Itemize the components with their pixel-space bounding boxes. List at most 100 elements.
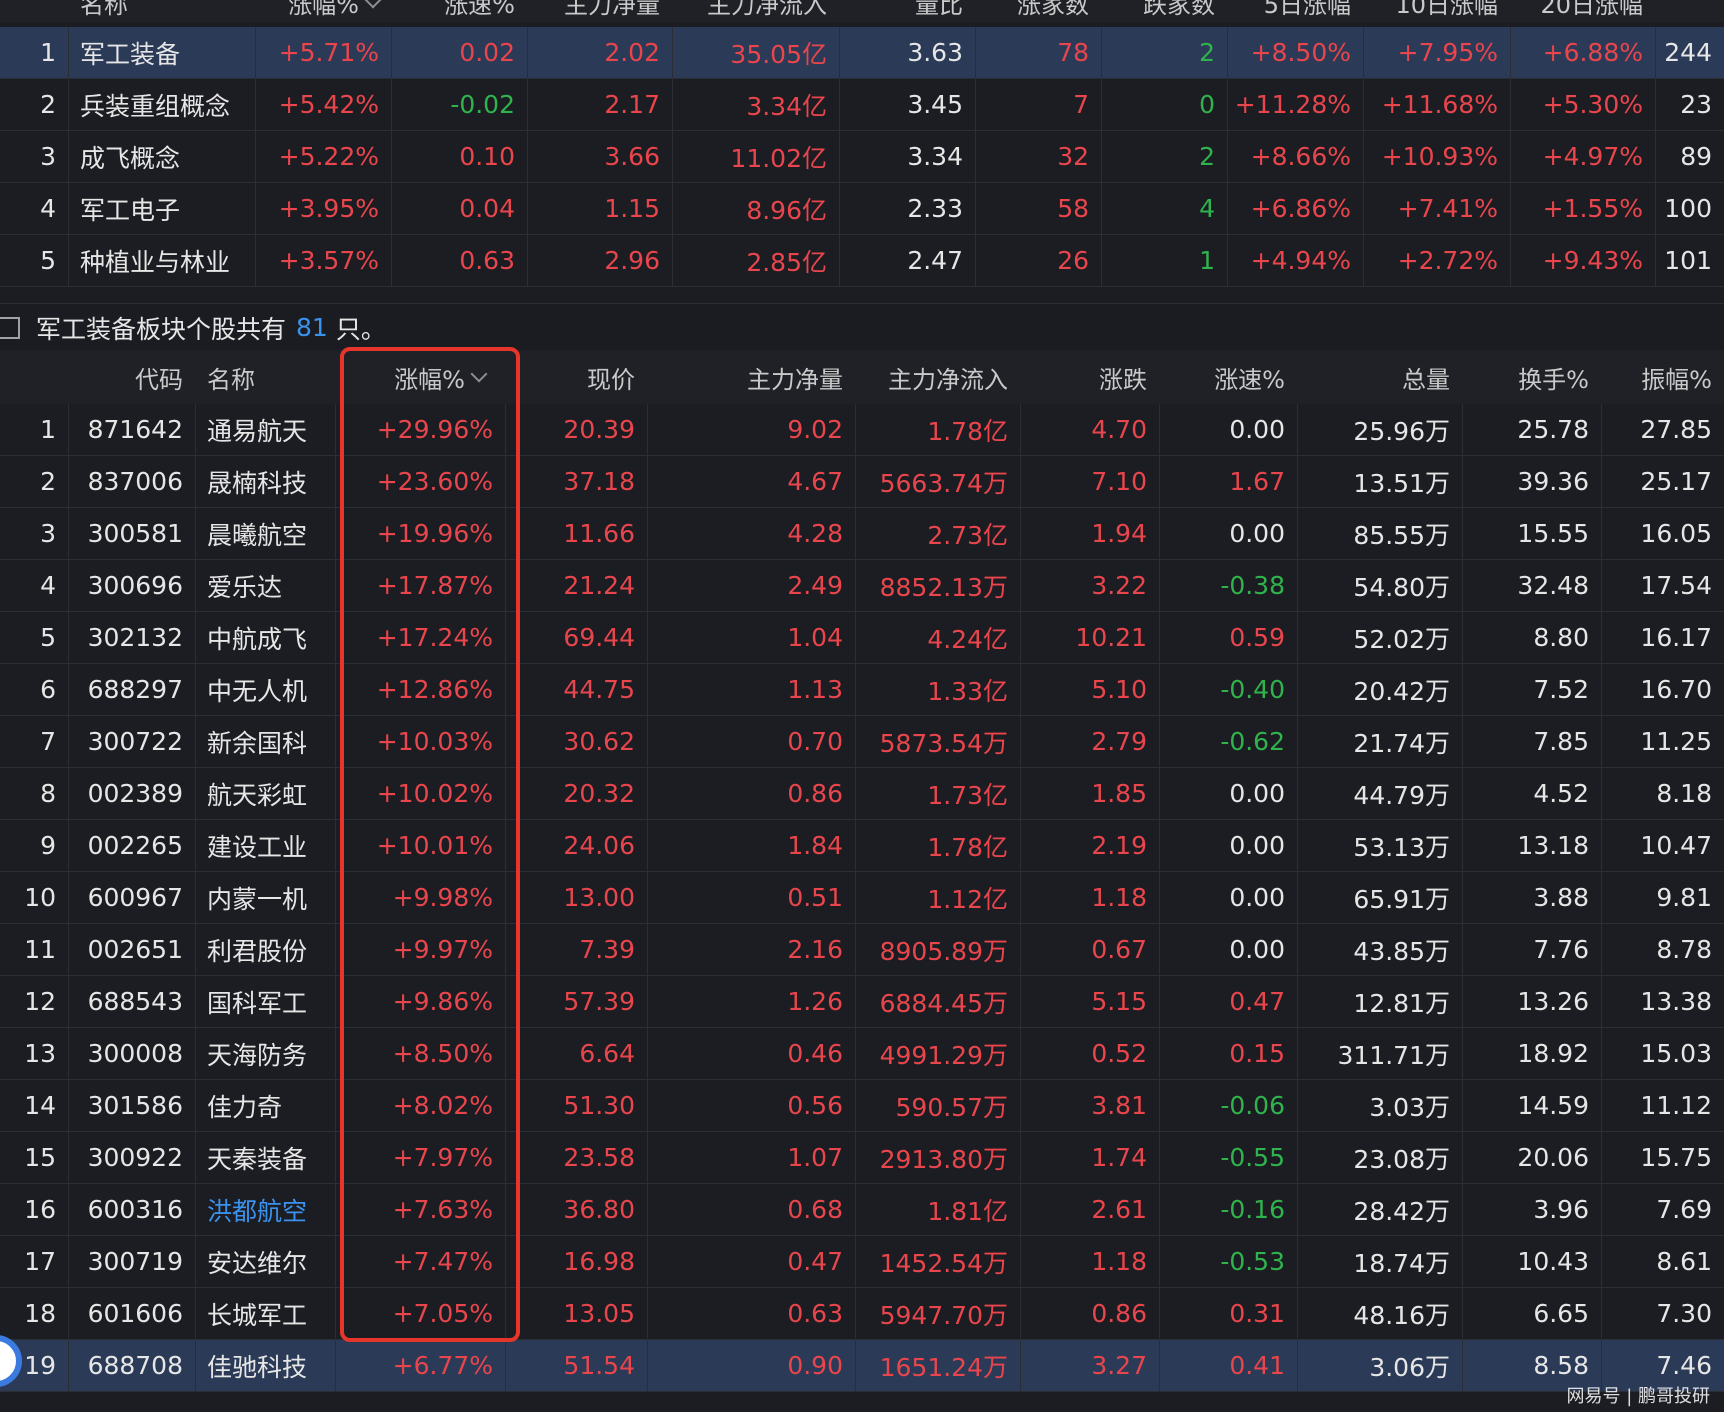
- column-divider: [1159, 1184, 1160, 1235]
- speed-pct: 0.04: [459, 194, 515, 223]
- stock-name[interactable]: 洪都航空: [195, 1184, 335, 1235]
- stock-row[interactable]: 13 300008 天海防务 +8.50% 6.64 0.46 4991.29万 0.52 0.…: [0, 1028, 1724, 1080]
- stock-header-last-price[interactable]: 现价: [505, 350, 647, 404]
- sector-header-change-10d[interactable]: 10日涨幅: [1363, 0, 1510, 22]
- stock-header-amplitude-pct[interactable]: 振幅%: [1601, 350, 1724, 404]
- column-divider: [505, 872, 506, 923]
- column-divider: [255, 27, 256, 78]
- sector-row[interactable]: 5 种植业与林业 +3.57% 0.63 2.96 2.85亿 2.47 26 1 +4.94% +…: [0, 235, 1724, 287]
- stock-row[interactable]: 18 601606 长城军工 +7.05% 13.05 0.63 5947.70万 0.86 0…: [0, 1288, 1724, 1340]
- stock-row[interactable]: 19 688708 佳驰科技 +6.77% 51.54 0.90 1651.24万 3.27 0…: [0, 1340, 1724, 1392]
- stock-row[interactable]: 15 300922 天秦装备 +7.97% 23.58 1.07 2913.80万 1.74 -…: [0, 1132, 1724, 1184]
- stock-code: 002651: [87, 935, 183, 964]
- change-10d: +7.41%: [1397, 194, 1498, 223]
- stock-row[interactable]: 4 300696 爱乐达 +17.87% 21.24 2.49 8852.13万 3.22 -0…: [0, 560, 1724, 612]
- sector-header-volume-ratio[interactable]: 量比: [839, 0, 975, 22]
- stock-name[interactable]: 天海防务: [195, 1028, 335, 1079]
- column-divider: [527, 27, 528, 78]
- stock-name[interactable]: 航天彩虹: [195, 768, 335, 819]
- main-net-inflow: 6884.45万: [879, 988, 1008, 1018]
- change-20d: +1.55%: [1542, 194, 1643, 223]
- sector-header-change-20d[interactable]: 20日涨幅: [1510, 0, 1655, 22]
- stock-row[interactable]: 11 002651 利君股份 +9.97% 7.39 2.16 8905.89万 0.67 0.…: [0, 924, 1724, 976]
- stock-row[interactable]: 17 300719 安达维尔 +7.47% 16.98 0.47 1452.54万 1.18 -…: [0, 1236, 1724, 1288]
- column-divider: [195, 508, 196, 559]
- stock-header-total-volume[interactable]: 总量: [1297, 350, 1462, 404]
- sector-header-extra-col[interactable]: [1655, 0, 1724, 22]
- volume-ratio: 3.45: [907, 90, 963, 119]
- stock-row[interactable]: 14 301586 佳力奇 +8.02% 51.30 0.56 590.57万 3.81 -0.…: [0, 1080, 1724, 1132]
- stock-name[interactable]: 新余国科: [195, 716, 335, 767]
- sector-row[interactable]: 3 成飞概念 +5.22% 0.10 3.66 11.02亿 3.34 32 2 +8.66% +1…: [0, 131, 1724, 183]
- column-divider: [1159, 664, 1160, 715]
- volume-ratio: 2.47: [907, 246, 963, 275]
- sector-header-decliners[interactable]: 跌家数: [1101, 0, 1227, 22]
- stock-row[interactable]: 2 837006 晟楠科技 +23.60% 37.18 4.67 5663.74万 7.10 1…: [0, 456, 1724, 508]
- stock-row[interactable]: 5 302132 中航成飞 +17.24% 69.44 1.04 4.24亿 10.21 0.5…: [0, 612, 1724, 664]
- sector-row[interactable]: 1 军工装备 +5.71% 0.02 2.02 35.05亿 3.63 78 2 +8.50% +7…: [0, 27, 1724, 79]
- change-10d: +7.95%: [1397, 38, 1498, 67]
- stock-name[interactable]: 中航成飞: [195, 612, 335, 663]
- total-volume: 48.16万: [1353, 1300, 1450, 1330]
- sector-header-change-pct[interactable]: 涨幅%: [255, 0, 391, 22]
- stock-header-main-net-inflow[interactable]: 主力净流入: [855, 350, 1020, 404]
- turnover-pct: 7.52: [1533, 675, 1589, 704]
- change-20d: +4.97%: [1542, 142, 1643, 171]
- column-divider: [1655, 131, 1656, 182]
- stock-header-stock-code[interactable]: 代码: [68, 350, 195, 404]
- stock-header-speed-pct[interactable]: 涨速%: [1159, 350, 1297, 404]
- stock-row[interactable]: 6 688297 中无人机 +12.86% 44.75 1.13 1.33亿 5.10 -0.4…: [0, 664, 1724, 716]
- stock-name[interactable]: 利君股份: [195, 924, 335, 975]
- stock-row[interactable]: 3 300581 晨曦航空 +19.96% 11.66 4.28 2.73亿 1.94 0.00…: [0, 508, 1724, 560]
- sector-header-sector-name[interactable]: 名称: [68, 0, 255, 22]
- stock-header-price-change[interactable]: 涨跌: [1020, 350, 1159, 404]
- column-divider: [68, 560, 69, 611]
- stock-name[interactable]: 佳驰科技: [195, 1340, 335, 1391]
- stock-name[interactable]: 建设工业: [195, 820, 335, 871]
- main-net-volume: 2.96: [604, 246, 660, 275]
- stock-name[interactable]: 通易航天: [195, 404, 335, 455]
- sector-name: 成飞概念: [80, 143, 181, 173]
- stock-name[interactable]: 晟楠科技: [195, 456, 335, 507]
- stock-row[interactable]: 9 002265 建设工业 +10.01% 24.06 1.84 1.78亿 2.19 0.00…: [0, 820, 1724, 872]
- sector-row[interactable]: 4 军工电子 +3.95% 0.04 1.15 8.96亿 2.33 58 4 +6.86% +7.…: [0, 183, 1724, 235]
- stock-name[interactable]: 内蒙一机: [195, 872, 335, 923]
- stock-name[interactable]: 安达维尔: [195, 1236, 335, 1287]
- sector-header-main-net-inflow[interactable]: 主力净流入: [672, 0, 839, 22]
- stock-name[interactable]: 天秦装备: [195, 1132, 335, 1183]
- stock-row[interactable]: 8 002389 航天彩虹 +10.02% 20.32 0.86 1.73亿 1.85 0.00…: [0, 768, 1724, 820]
- stock-row[interactable]: 12 688543 国科军工 +9.86% 57.39 1.26 6884.45万 5.15 0…: [0, 976, 1724, 1028]
- amplitude-pct: 8.78: [1656, 935, 1712, 964]
- stock-row[interactable]: 16 600316 洪都航空 +7.63% 36.80 0.68 1.81亿 2.61 -0.1…: [0, 1184, 1724, 1236]
- column-divider: [1462, 820, 1463, 871]
- sector-header-change-5d[interactable]: 5日涨幅: [1227, 0, 1363, 22]
- sector-header-rank-cell[interactable]: [0, 0, 68, 22]
- price-change: 10.21: [1075, 623, 1147, 652]
- stock-name[interactable]: 晨曦航空: [195, 508, 335, 559]
- stock-header-change-pct[interactable]: 涨幅%: [335, 350, 505, 404]
- sector-header-advancers[interactable]: 涨家数: [975, 0, 1101, 22]
- stock-name[interactable]: 佳力奇: [195, 1080, 335, 1131]
- stock-name[interactable]: 爱乐达: [195, 560, 335, 611]
- sector-row[interactable]: 2 兵装重组概念 +5.42% -0.02 2.17 3.34亿 3.45 7 0 +11.28%…: [0, 79, 1724, 131]
- stock-row[interactable]: 7 300722 新余国科 +10.03% 30.62 0.70 5873.54万 2.79 -…: [0, 716, 1724, 768]
- column-divider: [647, 456, 648, 507]
- collapse-checkbox[interactable]: [0, 316, 20, 339]
- extra-col: 89: [1680, 142, 1712, 171]
- stock-header-main-net-volume[interactable]: 主力净量: [647, 350, 855, 404]
- stock-row[interactable]: 10 600967 内蒙一机 +9.98% 13.00 0.51 1.12亿 1.18 0.00…: [0, 872, 1724, 924]
- stock-header-stock-name[interactable]: 名称: [195, 350, 335, 404]
- stock-row[interactable]: 1 871642 通易航天 +29.96% 20.39 9.02 1.78亿 4.70 0.00…: [0, 404, 1724, 456]
- sector-header-speed-pct[interactable]: 涨速%: [391, 0, 527, 22]
- rank-cell: 16: [24, 1195, 56, 1224]
- extra-col: 101: [1664, 246, 1712, 275]
- stock-header-rank-cell[interactable]: [0, 350, 68, 404]
- main-net-inflow: 11.02亿: [730, 143, 827, 173]
- column-divider: [195, 1080, 196, 1131]
- stock-name[interactable]: 国科军工: [195, 976, 335, 1027]
- stock-name[interactable]: 长城军工: [195, 1288, 335, 1339]
- advancers: 58: [1057, 194, 1089, 223]
- sector-header-main-net-volume[interactable]: 主力净量: [527, 0, 672, 22]
- stock-name[interactable]: 中无人机: [195, 664, 335, 715]
- stock-header-turnover-pct[interactable]: 换手%: [1462, 350, 1601, 404]
